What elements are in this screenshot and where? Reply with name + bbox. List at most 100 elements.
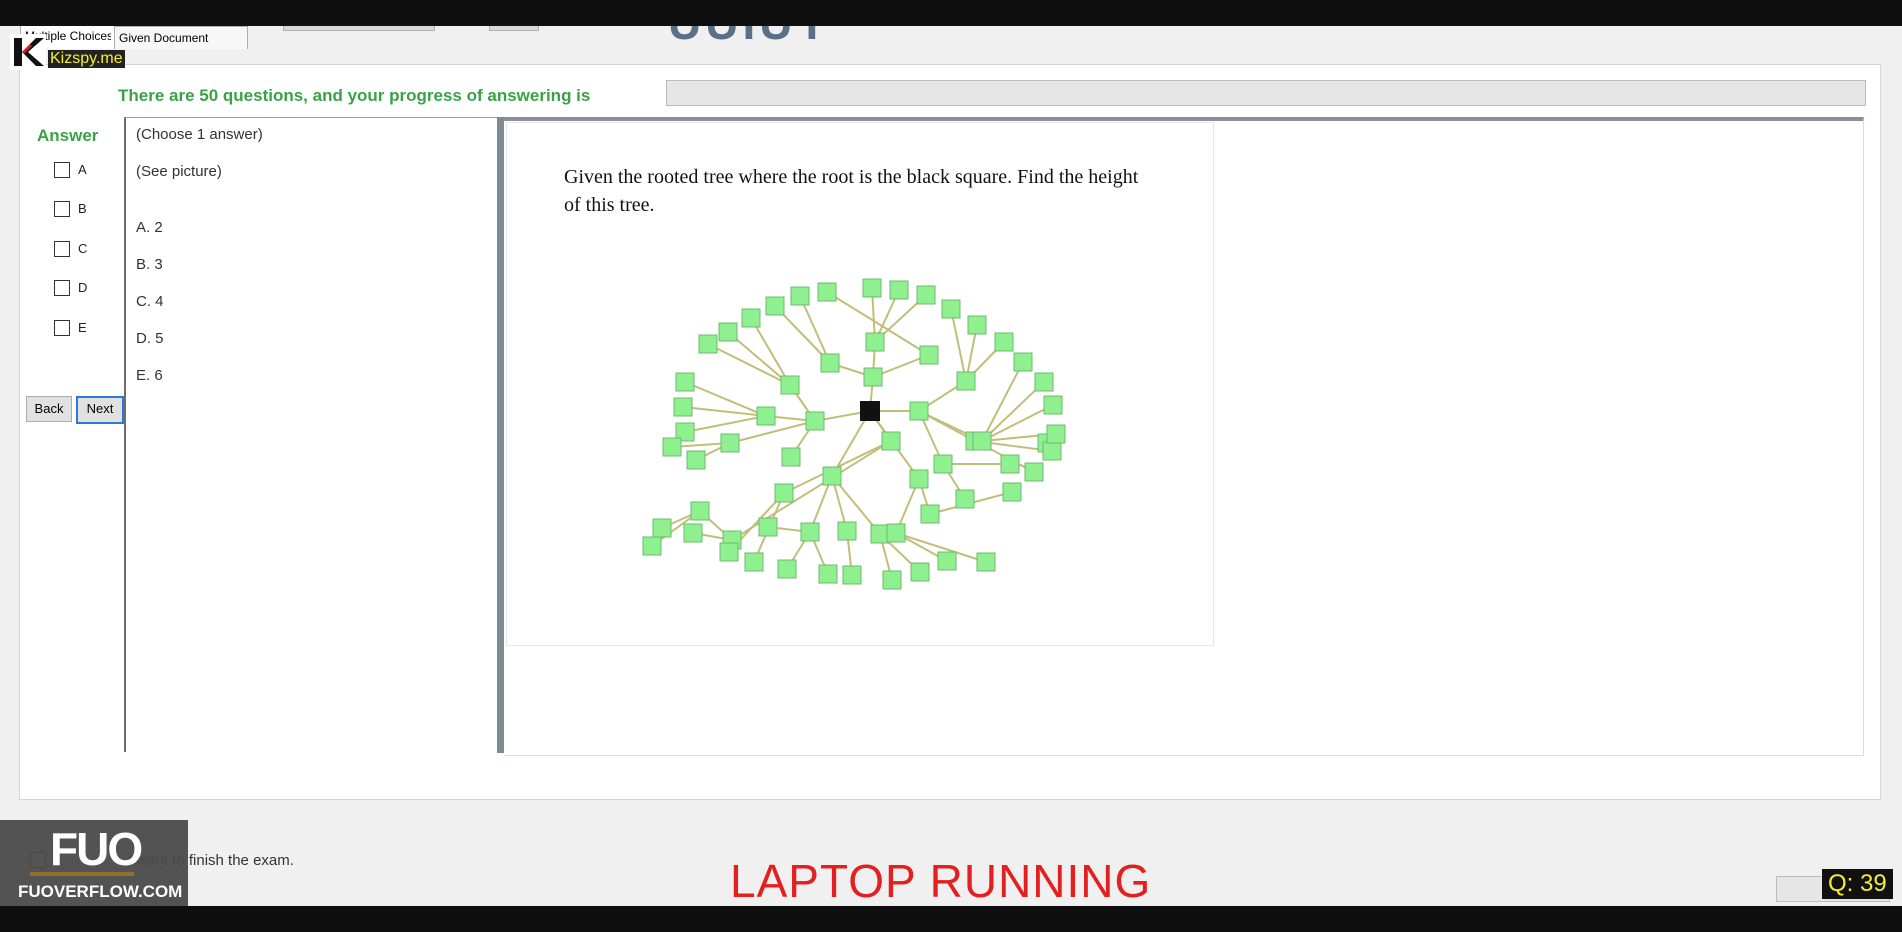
tree-node xyxy=(822,466,842,486)
tree-node xyxy=(865,332,885,352)
tree-node xyxy=(683,523,703,543)
tree-node xyxy=(1000,454,1020,474)
tree-node xyxy=(956,371,976,391)
answer-option-label: A xyxy=(78,162,87,177)
tree-node xyxy=(698,334,718,354)
tree-node xyxy=(805,411,825,431)
tree-node xyxy=(673,397,693,417)
tree-node xyxy=(937,551,957,571)
tree-node xyxy=(744,552,764,572)
tree-node xyxy=(920,504,940,524)
tree-node xyxy=(862,278,882,298)
next-button[interactable]: Next xyxy=(76,396,124,424)
tree-node xyxy=(1013,352,1033,372)
tree-node xyxy=(889,280,909,300)
tree-node xyxy=(941,299,961,319)
tree-node xyxy=(741,308,761,328)
tree-node xyxy=(881,431,901,451)
splitter-handle[interactable] xyxy=(497,117,504,753)
tree-node xyxy=(686,450,706,470)
answer-option-label: C xyxy=(78,241,88,256)
tree-node xyxy=(870,524,890,544)
choice-d: D. 5 xyxy=(136,330,164,347)
tree-node xyxy=(774,483,794,503)
choice-b: B. 3 xyxy=(136,256,163,273)
tree-edge xyxy=(799,295,831,364)
tree-node xyxy=(780,375,800,395)
choice-c: C. 4 xyxy=(136,293,164,310)
top-dropdown-remnant xyxy=(283,26,435,31)
tree-node xyxy=(662,437,682,457)
tree-node xyxy=(777,559,797,579)
tree-node xyxy=(886,523,906,543)
tree-node xyxy=(690,501,710,521)
fuoverflow-watermark: FUO FUOVERFLOW.COM xyxy=(0,820,188,906)
tree-node xyxy=(719,542,739,562)
tree-node xyxy=(718,322,738,342)
tree-node xyxy=(820,353,840,373)
kizspy-text: Kizspy.me xyxy=(48,50,125,68)
tree-node xyxy=(842,565,862,585)
tree-node xyxy=(765,296,785,316)
checkbox[interactable] xyxy=(54,162,70,178)
tree-node xyxy=(909,469,929,489)
fuo-logo: FUO xyxy=(50,823,143,875)
tree-node xyxy=(817,282,837,302)
tree-edge xyxy=(981,361,1024,442)
tree-node xyxy=(800,522,820,542)
question-instruction: (Choose 1 answer) xyxy=(136,126,263,143)
tree-node xyxy=(756,406,776,426)
tree-node xyxy=(1046,424,1066,444)
tree-node xyxy=(909,401,929,421)
tree-node xyxy=(1024,462,1044,482)
tree-node xyxy=(675,372,695,392)
answer-option-label: B xyxy=(78,201,87,216)
kizspy-logo-icon xyxy=(10,34,46,70)
tree-node xyxy=(863,367,883,387)
question-see-picture: (See picture) xyxy=(136,163,222,180)
choice-a: A. 2 xyxy=(136,219,163,236)
progress-bar xyxy=(666,80,1866,106)
top-field-remnant xyxy=(489,26,539,31)
checkbox[interactable] xyxy=(54,241,70,257)
answer-title: Answer xyxy=(37,126,99,145)
tree-node xyxy=(642,536,662,556)
tree-node xyxy=(994,332,1014,352)
question-image: Given the rooted tree where the root is … xyxy=(506,122,1214,646)
progress-label: There are 50 questions, and your progres… xyxy=(118,86,591,105)
choice-e: E. 6 xyxy=(136,367,163,384)
tree-edge xyxy=(684,415,767,433)
tree-node xyxy=(1034,372,1054,392)
checkbox[interactable] xyxy=(54,201,70,217)
tree-node xyxy=(976,552,996,572)
tree-node xyxy=(790,286,810,306)
tree-node xyxy=(916,285,936,305)
answer-option-label: E xyxy=(78,320,87,335)
checkbox[interactable] xyxy=(54,320,70,336)
tree-node xyxy=(837,521,857,541)
fuo-stripe xyxy=(30,872,134,876)
tree-node xyxy=(781,447,801,467)
kizspy-watermark: Kizspy.me xyxy=(10,34,140,70)
tree-root-node xyxy=(860,401,880,421)
exam-window: UUIUY Multiple Choices Given Document Th… xyxy=(0,26,1902,906)
tree-node xyxy=(758,517,778,537)
tree-node xyxy=(1042,441,1062,461)
question-counter: Q: 39 xyxy=(1822,869,1893,899)
tree-node xyxy=(919,345,939,365)
tree-node xyxy=(933,454,953,474)
tree-node xyxy=(720,433,740,453)
tree-node xyxy=(910,562,930,582)
status-banner: LAPTOP RUNNING xyxy=(730,855,1152,906)
back-button[interactable]: Back xyxy=(26,396,72,422)
exam-code: UUIUY xyxy=(668,26,831,50)
tree-node xyxy=(882,570,902,590)
rooted-tree-diagram xyxy=(642,278,1066,590)
answer-option-label: D xyxy=(78,280,88,295)
checkbox[interactable] xyxy=(54,280,70,296)
tree-node xyxy=(652,518,672,538)
fuo-site: FUOVERFLOW.COM xyxy=(18,882,183,901)
tree-node xyxy=(955,489,975,509)
tree-node xyxy=(972,431,992,451)
tree-node xyxy=(818,564,838,584)
